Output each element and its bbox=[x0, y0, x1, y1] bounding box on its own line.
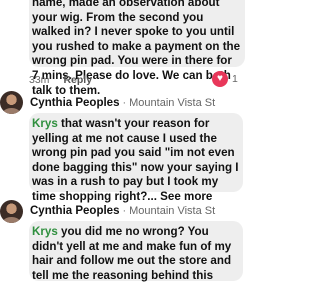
comment-text: Krys you did me no wrong? You didn't yel… bbox=[29, 221, 243, 283]
comment-body: you did me no wrong? You didn't yell at … bbox=[32, 225, 232, 282]
like-count: 1 bbox=[232, 73, 238, 85]
avatar[interactable] bbox=[0, 200, 23, 223]
comment-header: Cynthia Peoples · Mountain Vista St bbox=[30, 203, 215, 219]
comment-time: 33m bbox=[29, 74, 50, 86]
author-location[interactable]: Mountain Vista St bbox=[129, 205, 215, 217]
mention-link[interactable]: Krys bbox=[32, 225, 58, 238]
comment-header: Cynthia Peoples · Mountain Vista St bbox=[30, 95, 215, 111]
comment-bubble-2: Krys that wasn't your reason for yelling… bbox=[29, 113, 243, 203]
author-location[interactable]: Mountain Vista St bbox=[129, 97, 215, 109]
heart-icon[interactable]: ♥ bbox=[212, 71, 228, 87]
reply-button[interactable]: Reply bbox=[63, 74, 92, 86]
comment-bubble-1: name, made an observation about your wig… bbox=[29, 0, 245, 97]
separator: · bbox=[122, 205, 127, 217]
comment-meta: 33m Reply bbox=[29, 73, 92, 87]
author-name[interactable]: Cynthia Peoples bbox=[30, 97, 119, 109]
comment-text: Krys that wasn't your reason for yelling… bbox=[29, 113, 243, 205]
avatar[interactable] bbox=[0, 91, 23, 114]
mention-link[interactable]: Krys bbox=[32, 117, 58, 130]
author-name[interactable]: Cynthia Peoples bbox=[30, 205, 119, 217]
separator: · bbox=[122, 97, 127, 109]
see-more-link[interactable]: See more bbox=[160, 190, 212, 203]
comment-bubble-3: Krys you did me no wrong? You didn't yel… bbox=[29, 221, 243, 283]
